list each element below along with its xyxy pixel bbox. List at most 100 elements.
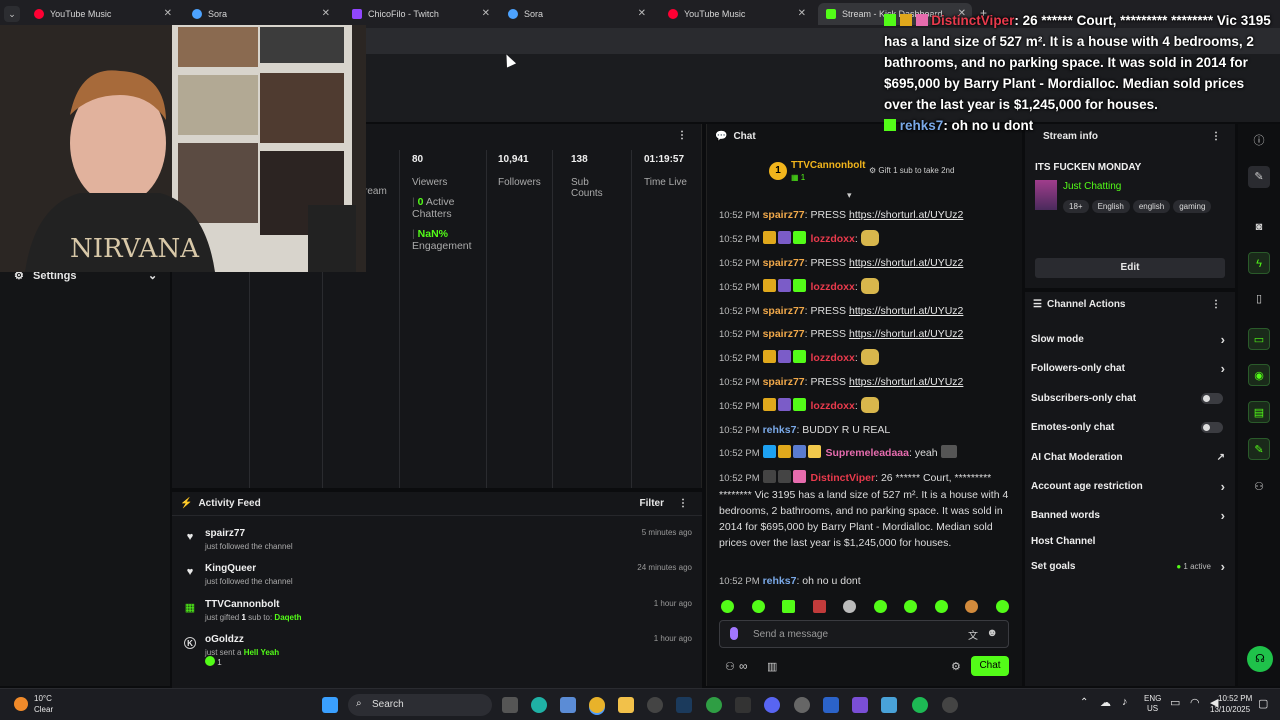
activity-user[interactable]: TTVCannonbolt bbox=[205, 599, 279, 610]
wrench-icon[interactable]: ✎ bbox=[1248, 438, 1270, 460]
tab-twitch[interactable]: ChicoFilo - Twitch ✕ bbox=[344, 3, 496, 25]
action-slow-mode[interactable]: Slow mode › bbox=[1031, 332, 1225, 352]
msg-user[interactable]: lozzdoxx bbox=[811, 352, 855, 364]
phone-icon[interactable]: ▯ bbox=[1248, 288, 1270, 310]
emote-icon[interactable] bbox=[934, 600, 948, 613]
more-options-icon[interactable]: ⋮ bbox=[677, 130, 687, 141]
discord-icon[interactable] bbox=[764, 697, 780, 713]
close-icon[interactable]: ✕ bbox=[798, 8, 806, 19]
media-icon[interactable] bbox=[942, 697, 958, 713]
action-host-channel[interactable]: Host Channel bbox=[1031, 536, 1225, 554]
emote-icon[interactable] bbox=[995, 600, 1009, 613]
steam-icon[interactable] bbox=[676, 697, 692, 713]
notification-icon[interactable]: ▢ bbox=[1258, 697, 1268, 710]
chat-icon[interactable]: ▭ bbox=[1248, 328, 1270, 350]
tray-chevron-icon[interactable]: ⌃ bbox=[1080, 697, 1088, 708]
msg-user[interactable]: spairz77 bbox=[763, 328, 805, 340]
action-banned-words[interactable]: Banned words › bbox=[1031, 508, 1225, 528]
close-icon[interactable]: ✕ bbox=[638, 8, 646, 19]
emote-icon[interactable] bbox=[904, 600, 918, 613]
app-icon[interactable] bbox=[881, 697, 897, 713]
display-icon[interactable]: ▭ bbox=[1170, 696, 1180, 709]
action-account-age[interactable]: Account age restriction › bbox=[1031, 479, 1225, 499]
support-icon[interactable]: ☊ bbox=[1247, 646, 1273, 672]
action-set-goals[interactable]: Set goals ● 1 active › bbox=[1031, 559, 1225, 579]
gear-icon[interactable]: ⚙ bbox=[951, 660, 961, 673]
chat-input[interactable]: Send a message 文 ☻ bbox=[719, 620, 1009, 648]
epic-games-icon[interactable] bbox=[735, 697, 751, 713]
archive-icon[interactable]: ▤ bbox=[1248, 401, 1270, 423]
emote-icon[interactable] bbox=[751, 600, 765, 613]
app-icon[interactable] bbox=[560, 697, 576, 713]
chrome-icon[interactable] bbox=[589, 697, 605, 713]
obs-icon[interactable] bbox=[647, 697, 663, 713]
network-icon[interactable]: ☁ bbox=[1100, 696, 1111, 709]
edit-icon[interactable]: ✎ bbox=[1248, 166, 1270, 188]
tab-sora-1[interactable]: Sora ✕ bbox=[184, 3, 336, 25]
more-options-icon[interactable]: ⋮ bbox=[678, 498, 688, 509]
infinity-icon[interactable]: ∞ bbox=[739, 659, 748, 673]
translate-icon[interactable]: 文 bbox=[968, 627, 978, 642]
emoji-icon[interactable]: ☻ bbox=[986, 627, 998, 639]
mic-icon[interactable]: ♪ bbox=[1122, 696, 1128, 708]
msg-user[interactable]: lozzdoxx bbox=[811, 233, 855, 245]
tab-list-button[interactable]: ⌄ bbox=[4, 6, 20, 22]
subscribers-only-toggle[interactable] bbox=[1201, 393, 1223, 404]
emote-icon[interactable] bbox=[721, 600, 734, 613]
users-icon[interactable]: ⚇ bbox=[1248, 476, 1270, 498]
edge-icon[interactable] bbox=[531, 697, 547, 713]
lang-code[interactable]: ENG bbox=[1144, 694, 1161, 703]
emote-icon[interactable] bbox=[873, 600, 887, 613]
more-options-icon[interactable]: ⋮ bbox=[1211, 299, 1221, 310]
msg-user[interactable]: lozzdoxx bbox=[811, 400, 855, 412]
emote-icon[interactable] bbox=[812, 600, 826, 613]
tab-sora-2[interactable]: Sora ✕ bbox=[500, 3, 652, 25]
top-gifter-name[interactable]: TTVCannonbolt bbox=[791, 160, 865, 171]
xbox-icon[interactable] bbox=[706, 697, 722, 713]
settings-icon[interactable] bbox=[794, 697, 810, 713]
msg-user[interactable]: spairz77 bbox=[763, 376, 805, 388]
close-icon[interactable]: ✕ bbox=[322, 8, 330, 19]
close-icon[interactable]: ✕ bbox=[164, 8, 172, 19]
msg-user[interactable]: Supremeleadaaa bbox=[826, 447, 909, 459]
msg-link[interactable]: https://shorturl.at/UYUz2 bbox=[849, 209, 963, 221]
activity-user[interactable]: spairz77 bbox=[205, 528, 245, 539]
msg-user[interactable]: rehks7 bbox=[763, 424, 797, 436]
action-ai-moderation[interactable]: AI Chat Moderation ↗ bbox=[1031, 452, 1225, 470]
app-icon[interactable] bbox=[852, 697, 868, 713]
emotes-only-toggle[interactable] bbox=[1201, 422, 1223, 433]
broadcast-icon[interactable]: ◉ bbox=[1248, 364, 1270, 386]
store-icon[interactable]: ▥ bbox=[767, 660, 777, 673]
task-view-icon[interactable] bbox=[502, 697, 518, 713]
file-explorer-icon[interactable] bbox=[618, 697, 634, 713]
msg-user[interactable]: spairz77 bbox=[763, 305, 805, 317]
store-icon[interactable] bbox=[823, 697, 839, 713]
msg-user[interactable]: lozzdoxx bbox=[811, 281, 855, 293]
wifi-icon[interactable]: ◠ bbox=[1190, 696, 1200, 709]
emote-icon[interactable] bbox=[965, 600, 979, 613]
emote-icon[interactable] bbox=[843, 600, 857, 613]
msg-user[interactable]: spairz77 bbox=[763, 209, 805, 221]
gift-hint[interactable]: ⚙ Gift 1 sub to take 2nd bbox=[869, 166, 954, 175]
activity-user[interactable]: oGoldzz bbox=[205, 634, 244, 645]
action-subscribers-only[interactable]: Subscribers-only chat bbox=[1031, 393, 1225, 411]
tab-youtube-music-2[interactable]: YouTube Music ✕ bbox=[660, 3, 812, 25]
record-icon[interactable]: ◙ bbox=[1248, 216, 1270, 238]
msg-link[interactable]: https://shorturl.at/UYUz2 bbox=[849, 305, 963, 317]
msg-user[interactable]: rehks7 bbox=[763, 575, 797, 587]
filter-button[interactable]: Filter bbox=[640, 498, 664, 509]
action-followers-only[interactable]: Followers-only chat › bbox=[1031, 361, 1225, 381]
users-icon[interactable]: ⚇ bbox=[725, 660, 735, 673]
spotify-icon[interactable] bbox=[912, 697, 928, 713]
mic-icon[interactable] bbox=[730, 627, 738, 640]
tab-youtube-music-1[interactable]: YouTube Music ✕ bbox=[26, 3, 178, 25]
emote-icon[interactable] bbox=[782, 600, 796, 613]
msg-user[interactable]: DistinctViper bbox=[811, 472, 876, 484]
activity-user[interactable]: KingQueer bbox=[205, 563, 256, 574]
msg-link[interactable]: https://shorturl.at/UYUz2 bbox=[849, 376, 963, 388]
msg-link[interactable]: https://shorturl.at/UYUz2 bbox=[849, 328, 963, 340]
msg-user[interactable]: spairz77 bbox=[763, 257, 805, 269]
bolt-icon[interactable]: ϟ bbox=[1248, 252, 1270, 274]
weather-icon[interactable] bbox=[14, 697, 28, 711]
action-emotes-only[interactable]: Emotes-only chat bbox=[1031, 422, 1225, 440]
